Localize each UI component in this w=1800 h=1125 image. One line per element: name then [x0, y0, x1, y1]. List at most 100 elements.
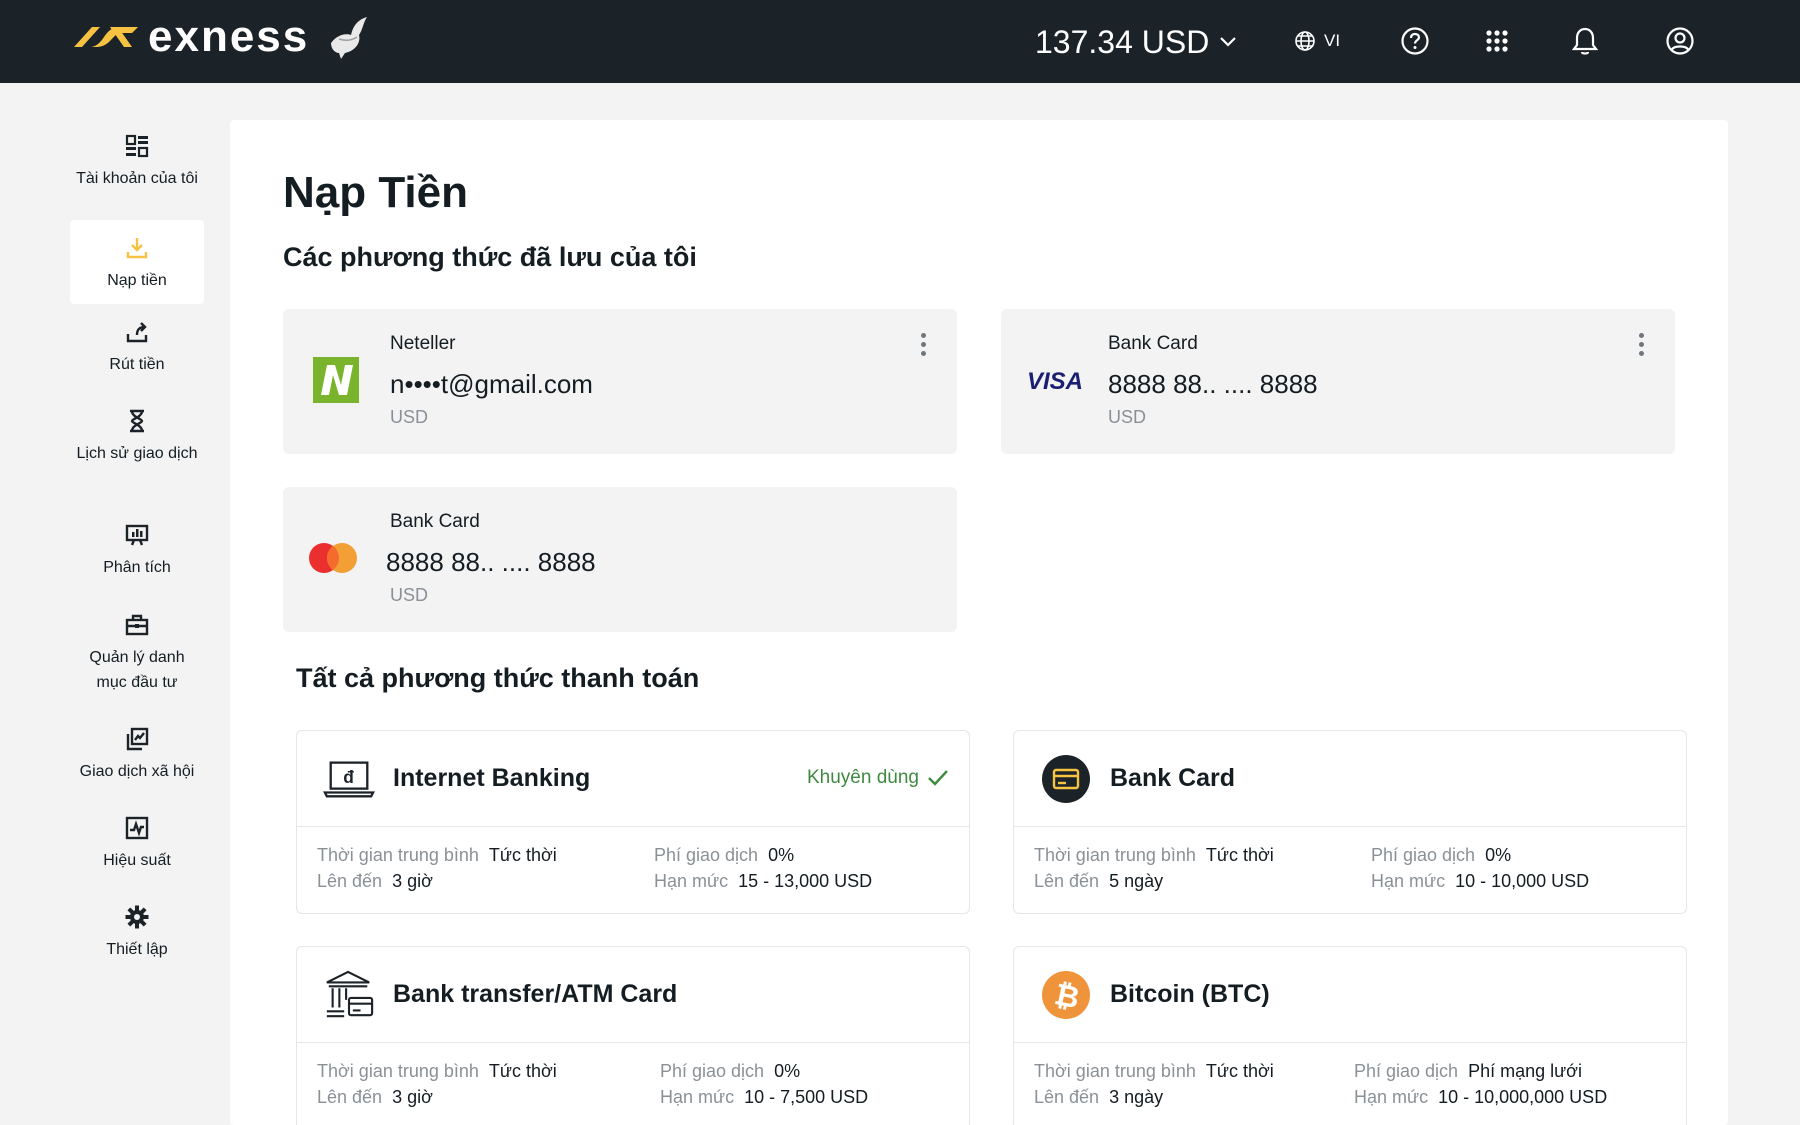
- exness-logo[interactable]: exness: [70, 12, 371, 62]
- all-methods-title: Tất cả phương thức thanh toán: [296, 663, 700, 693]
- bell-icon: [1572, 27, 1598, 55]
- limit-value: 15 - 13,000 USD: [738, 871, 873, 891]
- language-selector[interactable]: VI: [1294, 26, 1340, 56]
- exness-logo-mark-icon: [74, 27, 138, 47]
- sidebar-item-settings[interactable]: Thiết lập: [70, 889, 204, 978]
- svg-text:VISA: VISA: [1027, 368, 1083, 393]
- sidebar-item-label: Thiết lập: [106, 941, 168, 958]
- chevron-down-icon: [1220, 37, 1237, 47]
- page-title: Nạp Tiền: [283, 168, 469, 217]
- saved-method-currency: USD: [1108, 407, 1147, 427]
- sidebar-item-deposit[interactable]: Nạp tiền: [70, 220, 204, 304]
- limit-label: Hạn mức: [654, 871, 729, 891]
- fee-label: Phí giao dịch: [1371, 845, 1476, 865]
- fee-label: Phí giao dịch: [1354, 1061, 1459, 1081]
- saved-method-account: 8888 88.. .... 8888: [1108, 369, 1318, 399]
- bank-card-icon: [1040, 753, 1092, 805]
- fee-label: Phí giao dịch: [660, 1061, 765, 1081]
- avg-time-label: Thời gian trung bình: [317, 845, 479, 865]
- help-button[interactable]: [1398, 24, 1432, 58]
- method-name: Bank transfer/ATM Card: [393, 980, 678, 1008]
- method-internet-banking[interactable]: đ Internet Banking Khuyên dùng Thời gian…: [296, 730, 970, 914]
- more-options-icon[interactable]: [913, 329, 933, 359]
- more-options-icon[interactable]: [1631, 329, 1651, 359]
- limit-value: 10 - 10,000 USD: [1455, 871, 1590, 891]
- performance-icon: [123, 814, 151, 842]
- up-to-value: 3 giờ: [392, 871, 433, 891]
- sidebar-item-social-trading[interactable]: Giao dịch xã hội: [70, 711, 204, 800]
- sidebar-item-label: Nạp tiền: [107, 272, 167, 289]
- limit-label: Hạn mức: [1371, 871, 1446, 891]
- fee-label: Phí giao dịch: [654, 845, 759, 865]
- sidebar-item-performance[interactable]: Hiệu suất: [70, 800, 204, 889]
- globe-icon: [1295, 31, 1315, 51]
- account-icon: [1666, 27, 1694, 55]
- up-to-value: 3 ngày: [1109, 1087, 1164, 1107]
- method-bitcoin[interactable]: ₿ Bitcoin (BTC) Thời gian trung bình Tức …: [1013, 946, 1687, 1125]
- language-label: VI: [1324, 31, 1341, 50]
- up-to-value: 3 giờ: [392, 1087, 433, 1107]
- avg-time-label: Thời gian trung bình: [1034, 845, 1196, 865]
- method-bank-card[interactable]: Bank Card Thời gian trung bình Tức thời L…: [1013, 730, 1687, 914]
- apps-button[interactable]: [1480, 24, 1514, 58]
- fee-value: 0%: [1485, 845, 1512, 865]
- up-to-value: 5 ngày: [1109, 871, 1164, 891]
- visa-icon: VISA: [1025, 355, 1085, 405]
- deposit-icon: [123, 234, 151, 262]
- sidebar-item-withdraw[interactable]: Rút tiền: [70, 304, 204, 393]
- bitcoin-icon: ₿: [1040, 969, 1092, 1021]
- help-icon: [1401, 27, 1429, 55]
- up-to-label: Lên đến: [1034, 871, 1100, 891]
- accounts-icon: [123, 132, 151, 160]
- social-trading-icon: [123, 725, 151, 753]
- sidebar-item-history[interactable]: Lịch sử giao dịch: [70, 393, 204, 507]
- avg-time-value: Tức thời: [488, 1061, 557, 1081]
- fee-value: Phí mạng lưới: [1468, 1061, 1582, 1081]
- saved-method-visa-card[interactable]: VISA Bank Card 8888 88.. .... 8888 USD: [1001, 309, 1675, 454]
- apps-grid-icon: [1486, 30, 1508, 52]
- avg-time-label: Thời gian trung bình: [317, 1061, 479, 1081]
- notifications-button[interactable]: [1568, 24, 1602, 58]
- sidebar-item-label: Giao dịch xã hội: [79, 763, 195, 780]
- sidebar-item-label: Tài khoản của tôi: [76, 170, 198, 187]
- saved-method-currency: USD: [390, 585, 429, 605]
- bank-building-icon: [323, 969, 375, 1021]
- deposit-panel: Nạp Tiền Các phương thức đã lưu của tôi …: [230, 120, 1728, 1125]
- saved-method-account: 8888 88.. .... 8888: [386, 547, 596, 577]
- method-name: Bitcoin (BTC): [1110, 980, 1270, 1008]
- sidebar-item-my-accounts[interactable]: Tài khoản của tôi: [70, 118, 204, 220]
- up-to-label: Lên đến: [317, 871, 383, 891]
- avg-time-label: Thời gian trung bình: [1034, 1061, 1196, 1081]
- method-bank-transfer-atm[interactable]: Bank transfer/ATM Card Thời gian trung b…: [296, 946, 970, 1125]
- fee-value: 0%: [768, 845, 795, 865]
- recommended-badge: Khuyên dùng: [807, 767, 949, 789]
- laptop-dong-icon: đ: [323, 753, 375, 805]
- fee-value: 0%: [774, 1061, 801, 1081]
- check-icon: [928, 770, 948, 786]
- limit-label: Hạn mức: [1354, 1087, 1429, 1107]
- limit-label: Hạn mức: [660, 1087, 735, 1107]
- saved-method-name: Bank Card: [1108, 333, 1198, 354]
- withdraw-icon: [123, 318, 151, 346]
- saved-method-neteller[interactable]: Neteller n••••t@gmail.com USD: [283, 309, 957, 454]
- sidebar-item-portfolio[interactable]: Quản lý danh mục đầu tư: [70, 597, 204, 711]
- method-name: Internet Banking: [393, 764, 591, 792]
- saved-method-mastercard[interactable]: Bank Card 8888 88.. .... 8888 USD: [283, 487, 957, 632]
- sidebar-item-analytics[interactable]: Phân tích: [70, 507, 204, 597]
- account-button[interactable]: [1663, 24, 1697, 58]
- sidebar-item-label: Lịch sử giao dịch: [76, 445, 198, 462]
- avg-time-value: Tức thời: [1205, 845, 1274, 865]
- recommended-label: Khuyên dùng: [807, 767, 919, 788]
- brand-name: exness: [148, 12, 310, 61]
- balance-selector[interactable]: 137.34 USD: [1035, 20, 1237, 64]
- mastercard-icon: [305, 533, 361, 583]
- sidebar-item-label: Phân tích: [103, 559, 171, 576]
- sidebar: Tài khoản của tôi Nạp tiền Rút tiền Lịch…: [70, 118, 204, 978]
- limit-value: 10 - 7,500 USD: [744, 1087, 869, 1107]
- balance-value: 137.34 USD: [1035, 23, 1210, 60]
- neteller-icon: [311, 355, 361, 405]
- up-to-label: Lên đến: [1034, 1087, 1100, 1107]
- avg-time-value: Tức thời: [488, 845, 557, 865]
- saved-method-currency: USD: [390, 407, 429, 427]
- hourglass-icon: [123, 407, 151, 435]
